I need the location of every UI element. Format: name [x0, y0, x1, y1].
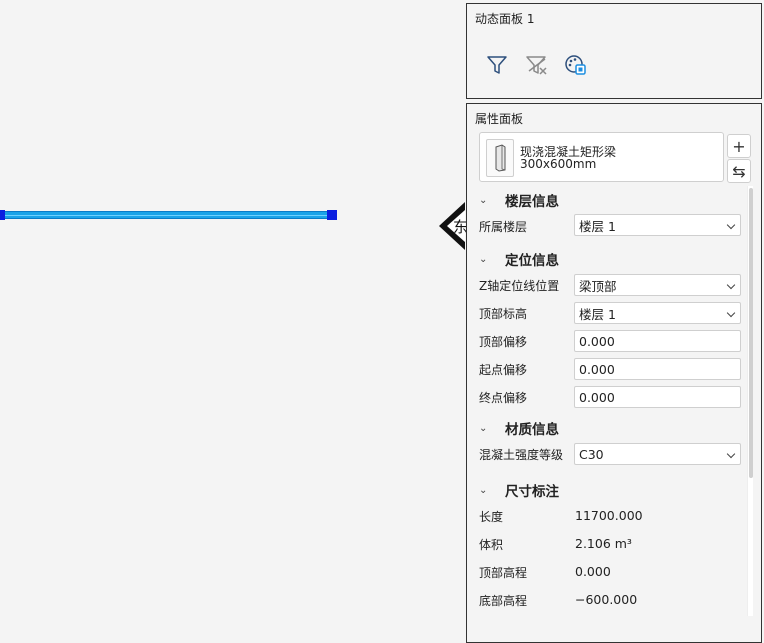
drawing-canvas[interactable] [0, 0, 466, 636]
palette-icon[interactable] [564, 53, 588, 77]
property-panel: 属性面板 现浇混凝土矩形梁 300x600mm + ⇆ ⌄ 楼层信息 所属楼层 … [466, 103, 762, 643]
top-elevation-value: 楼层 1 [579, 306, 616, 322]
start-offset-label: 起点偏移 [479, 363, 528, 377]
end-offset-value: 0.000 [579, 389, 615, 405]
floor-select[interactable]: 楼层 1 [574, 214, 741, 236]
concrete-grade-value: C30 [579, 446, 604, 462]
bottom-height-value: −600.000 [575, 592, 638, 607]
section-header-floor[interactable]: ⌄ 楼层信息 [479, 190, 559, 210]
element-type-selector[interactable]: 现浇混凝土矩形梁 300x600mm [479, 132, 724, 182]
clear-filter-icon[interactable] [525, 53, 549, 77]
add-type-button[interactable]: + [727, 134, 751, 158]
top-offset-label: 顶部偏移 [479, 335, 528, 349]
type-settings-button[interactable]: ⇆ [727, 159, 751, 183]
section-header-material[interactable]: ⌄ 材质信息 [479, 418, 559, 438]
start-offset-value: 0.000 [579, 361, 615, 377]
z-axis-value: 梁顶部 [579, 278, 617, 294]
end-offset-input[interactable]: 0.000 [574, 386, 741, 408]
beam-thumbnail-icon [486, 139, 514, 177]
section-header-position[interactable]: ⌄ 定位信息 [479, 249, 559, 269]
floor-label: 所属楼层 [479, 220, 528, 234]
selected-beam[interactable] [2, 211, 335, 219]
start-offset-input[interactable]: 0.000 [574, 358, 741, 380]
volume-label: 体积 [479, 538, 504, 552]
scrollbar-thumb[interactable] [749, 188, 753, 478]
section-title-floor: 楼层信息 [505, 194, 559, 210]
floor-value: 楼层 1 [579, 218, 616, 234]
element-type-size: 300x600mm [520, 157, 597, 171]
dynamic-panel-title: 动态面板 1 [475, 12, 535, 26]
bottom-height-label: 底部高程 [479, 594, 528, 608]
property-scrollbar[interactable] [747, 186, 753, 616]
top-offset-value: 0.000 [579, 333, 615, 349]
z-axis-label: Z轴定位线位置 [479, 279, 560, 293]
beam-centerline [2, 215, 335, 216]
length-label: 长度 [479, 510, 504, 524]
concrete-grade-label: 混凝土强度等级 [479, 448, 564, 462]
dynamic-panel: 动态面板 1 [466, 3, 762, 99]
top-elevation-select[interactable]: 楼层 1 [574, 302, 741, 324]
chevron-down-icon: ⌄ [479, 484, 488, 496]
top-offset-input[interactable]: 0.000 [574, 330, 741, 352]
z-axis-select[interactable]: 梁顶部 [574, 274, 741, 296]
section-header-dimension[interactable]: ⌄ 尺寸标注 [479, 480, 559, 500]
section-title-dimension: 尺寸标注 [505, 484, 559, 500]
end-offset-label: 终点偏移 [479, 391, 528, 405]
concrete-grade-select[interactable]: C30 [574, 443, 741, 465]
beam-end-grip[interactable] [327, 210, 337, 220]
chevron-down-icon: ⌄ [479, 422, 488, 434]
top-height-value: 0.000 [575, 564, 611, 579]
property-panel-title: 属性面板 [475, 112, 524, 126]
top-height-label: 顶部高程 [479, 566, 528, 580]
length-value: 11700.000 [575, 508, 643, 523]
filter-icon[interactable] [485, 53, 509, 77]
beam-start-grip[interactable] [0, 210, 5, 220]
section-title-position: 定位信息 [505, 253, 559, 269]
top-elevation-label: 顶部标高 [479, 307, 528, 321]
chevron-down-icon: ⌄ [479, 253, 488, 265]
section-title-material: 材质信息 [505, 422, 559, 438]
volume-value: 2.106 m³ [575, 536, 632, 551]
chevron-down-icon: ⌄ [479, 194, 488, 206]
